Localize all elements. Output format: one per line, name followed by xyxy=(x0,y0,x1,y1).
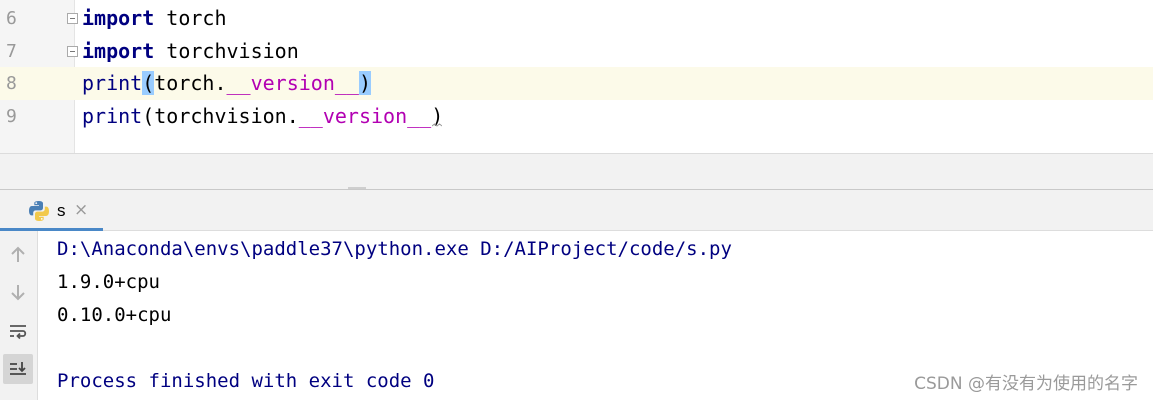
tab-close-icon[interactable]: × xyxy=(74,190,88,231)
line-number: 9 xyxy=(6,106,17,127)
python-icon xyxy=(29,201,49,221)
console-output-line: 0.10.0+cpu xyxy=(57,304,172,326)
code-text[interactable]: import torch xyxy=(82,2,227,35)
run-tab[interactable]: s × xyxy=(0,190,103,231)
matched-brace: ( xyxy=(142,71,155,95)
code-line[interactable]: 7 import torchvision xyxy=(0,35,1153,68)
code-line[interactable]: 6 import torch xyxy=(0,2,1153,35)
run-tab-bar: s × xyxy=(0,190,1153,231)
code-text[interactable]: print(torchvision.__version__) xyxy=(82,100,443,133)
arrow-up-icon[interactable] xyxy=(3,240,33,270)
line-number: 6 xyxy=(6,8,17,29)
scroll-to-end-icon[interactable] xyxy=(3,354,33,384)
warning-squiggle-icon xyxy=(432,123,442,127)
console-output-line: 1.9.0+cpu xyxy=(57,271,160,293)
panel-splitter[interactable] xyxy=(0,154,1153,190)
arrow-down-icon[interactable] xyxy=(3,277,33,307)
fold-marker-icon[interactable] xyxy=(67,46,78,57)
watermark: CSDN @有没有为使用的名字 xyxy=(914,374,1138,394)
code-line[interactable]: 9 print(torchvision.__version__) xyxy=(0,100,1153,133)
code-text[interactable]: import torchvision xyxy=(82,35,299,68)
console-exit-message: Process finished with exit code 0 xyxy=(57,370,435,392)
matched-brace: ) xyxy=(358,71,372,95)
line-number: 8 xyxy=(0,67,40,100)
fold-marker-icon[interactable] xyxy=(67,13,78,24)
soft-wrap-icon[interactable] xyxy=(3,317,33,347)
code-line-current[interactable]: 8 print(torch.__version__) xyxy=(0,67,1153,100)
code-text[interactable]: print(torch.__version__) xyxy=(82,67,372,100)
code-editor[interactable]: 6 import torch 7 import torchvision 8 pr… xyxy=(0,0,1153,154)
console-toolbar xyxy=(0,231,38,400)
run-tab-label: s xyxy=(57,201,66,220)
console-command-line: D:\Anaconda\envs\paddle37\python.exe D:/… xyxy=(57,238,732,260)
line-number: 7 xyxy=(6,41,17,62)
